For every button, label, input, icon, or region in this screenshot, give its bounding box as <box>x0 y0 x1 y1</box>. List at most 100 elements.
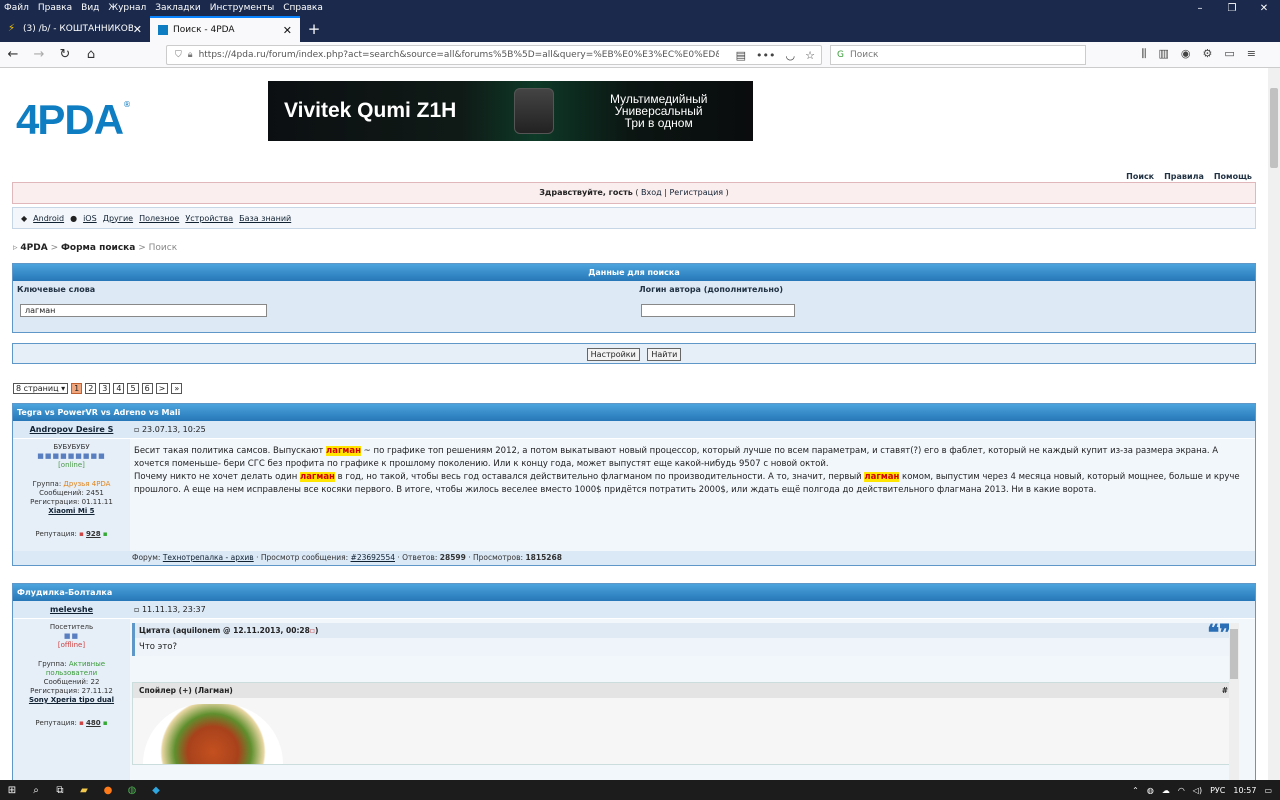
menu-view[interactable]: Вид <box>77 3 103 13</box>
search-buttons: Настройки Найти <box>12 343 1256 364</box>
hamburger-menu-icon[interactable]: ≡ <box>1247 47 1256 61</box>
close-tab-icon[interactable]: ✕ <box>283 24 292 37</box>
url-bar[interactable]: ⛉ 🔒︎ https://4pda.ru/forum/index.php?act… <box>166 45 822 65</box>
close-tab-icon[interactable]: ✕ <box>133 23 142 36</box>
tab-search-4pda[interactable]: Поиск - 4PDA ✕ <box>150 16 300 42</box>
volume-icon[interactable]: ◁) <box>1193 786 1202 795</box>
pages-dropdown[interactable]: 8 страниц ▾ <box>13 383 69 394</box>
restore-icon[interactable]: ❐ <box>1216 3 1248 14</box>
user-device[interactable]: Xiaomi Mi 5 <box>48 507 94 515</box>
account-icon[interactable]: ◉ <box>1181 47 1191 61</box>
page-link[interactable]: 5 <box>127 383 139 394</box>
menu-edit[interactable]: Правка <box>34 3 76 13</box>
clock[interactable]: 10:57 <box>1233 786 1256 795</box>
home-icon[interactable]: ⌂ <box>78 47 104 62</box>
spoiler-header[interactable]: Спойлер (+) (Лагман) # <box>133 683 1234 698</box>
menu-tools[interactable]: Инструменты <box>206 3 278 13</box>
search-icon[interactable]: ⌕ <box>24 785 48 796</box>
rep-minus-icon[interactable]: ▪ <box>79 530 84 538</box>
library-icon[interactable]: ⫼ <box>1141 47 1146 61</box>
menu-history[interactable]: Журнал <box>104 3 150 13</box>
post-author[interactable]: melevshe <box>13 605 130 614</box>
reputation-value[interactable]: 928 <box>86 530 101 538</box>
crumb-root[interactable]: 4PDA <box>20 243 47 253</box>
page-scroll-thumb[interactable] <box>1270 88 1278 168</box>
reload-icon[interactable]: ↻ <box>52 47 78 62</box>
topic-title[interactable]: Tegra vs PowerVR vs Adreno vs Mali <box>13 404 1255 421</box>
page-scrollbar[interactable] <box>1268 68 1280 780</box>
more-icon[interactable]: ••• <box>756 49 775 62</box>
author-input[interactable] <box>641 304 795 317</box>
wifi-icon[interactable]: ◠ <box>1178 786 1185 795</box>
page-link[interactable]: 6 <box>141 383 153 394</box>
back-icon[interactable]: ← <box>0 47 26 62</box>
search-input[interactable]: G Поиск <box>830 45 1086 65</box>
file-explorer-icon[interactable]: ▰ <box>72 785 96 796</box>
user-device[interactable]: Sony Xperia tipo dual <box>29 696 114 704</box>
ad-banner[interactable]: Vivitek Qumi Z1H Мультимедийный Универса… <box>268 81 753 141</box>
chrome-icon[interactable]: ◍ <box>120 785 144 796</box>
sidebar-icon[interactable]: ▥ <box>1158 47 1168 61</box>
nav-devices[interactable]: Устройства <box>185 214 233 223</box>
rep-plus-icon[interactable]: ▪ <box>103 719 108 727</box>
menu-file[interactable]: Файл <box>0 3 33 13</box>
quote-link-icon[interactable]: ▫ <box>310 626 315 635</box>
menu-help[interactable]: Справка <box>279 3 327 13</box>
navigation-bar: ← → ↻ ⌂ ⛉ 🔒︎ https://4pda.ru/forum/index… <box>0 42 1280 68</box>
topic-title[interactable]: Флудилка-Болталка <box>13 584 1255 601</box>
reputation-value[interactable]: 480 <box>86 719 101 727</box>
link-help[interactable]: Помощь <box>1214 172 1252 181</box>
post-scroll-thumb[interactable] <box>1230 629 1238 679</box>
crumb-form[interactable]: Форма поиска <box>61 243 135 253</box>
tray-chevron-icon[interactable]: ⌃ <box>1132 786 1139 795</box>
forward-icon[interactable]: → <box>26 47 52 62</box>
keywords-input[interactable]: лагман <box>20 304 267 317</box>
page-link[interactable]: 3 <box>99 383 111 394</box>
lock-icon[interactable]: 🔒︎ <box>188 50 193 60</box>
windows-start-icon[interactable]: ⊞ <box>0 785 24 796</box>
nav-ios[interactable]: iOS <box>83 214 97 223</box>
settings-icon[interactable]: ⚙ <box>1203 47 1213 61</box>
pocket-icon[interactable]: ◡ <box>786 49 796 62</box>
telegram-icon[interactable]: ◆ <box>144 785 168 796</box>
shield-icon[interactable]: ⛉ <box>175 50 182 60</box>
nav-other[interactable]: Другие <box>103 214 133 223</box>
forum-link[interactable]: Технотрепалка - архив <box>163 553 254 562</box>
nav-knowledge[interactable]: База знаний <box>239 214 291 223</box>
message-link[interactable]: #23692554 <box>351 553 395 562</box>
page-next[interactable]: > <box>155 383 169 394</box>
screen-icon[interactable]: ▭ <box>1224 47 1234 61</box>
spoiler-anchor[interactable]: # <box>1222 686 1228 695</box>
page-last[interactable]: » <box>171 383 183 394</box>
task-view-icon[interactable]: ⧉ <box>48 785 72 796</box>
tab-koshtannikov[interactable]: ⚡ (3) /b/ - КОШТАННИКОВ И КО ✕ <box>0 16 150 42</box>
rep-plus-icon[interactable]: ▪ <box>103 530 108 538</box>
post-author[interactable]: Andropov Desire S <box>13 425 130 434</box>
link-search[interactable]: Поиск <box>1126 172 1154 181</box>
nav-useful[interactable]: Полезное <box>139 214 179 223</box>
link-rules[interactable]: Правила <box>1164 172 1204 181</box>
settings-button[interactable]: Настройки <box>586 348 640 361</box>
network-globe-icon[interactable]: ◍ <box>1147 786 1154 795</box>
language-indicator[interactable]: РУС <box>1210 786 1225 795</box>
spoiler-block[interactable]: Спойлер (+) (Лагман) # <box>132 682 1235 765</box>
reader-view-icon[interactable]: ▤ <box>736 49 746 62</box>
post-text-part: Бесит такая политика самсов. Выпускают <box>134 446 327 456</box>
login-link[interactable]: Вход <box>641 188 662 197</box>
bookmark-star-icon[interactable]: ☆ <box>805 49 815 62</box>
close-window-icon[interactable]: ✕ <box>1248 3 1280 14</box>
new-tab-icon[interactable]: + <box>300 16 328 42</box>
firefox-icon[interactable]: ● <box>96 785 120 796</box>
notifications-icon[interactable]: ▭ <box>1264 786 1272 795</box>
nav-android[interactable]: Android <box>33 214 64 223</box>
cloud-icon[interactable]: ☁ <box>1162 786 1170 795</box>
find-button[interactable]: Найти <box>647 348 682 361</box>
post-scrollbar[interactable] <box>1229 623 1239 780</box>
minimize-icon[interactable]: – <box>1184 3 1216 14</box>
menu-bookmarks[interactable]: Закладки <box>151 3 205 13</box>
page-link[interactable]: 2 <box>85 383 97 394</box>
register-link[interactable]: Регистрация <box>669 188 723 197</box>
4pda-logo[interactable]: 4 PDA ® <box>16 96 131 144</box>
page-link[interactable]: 4 <box>113 383 125 394</box>
rep-minus-icon[interactable]: ▪ <box>79 719 84 727</box>
